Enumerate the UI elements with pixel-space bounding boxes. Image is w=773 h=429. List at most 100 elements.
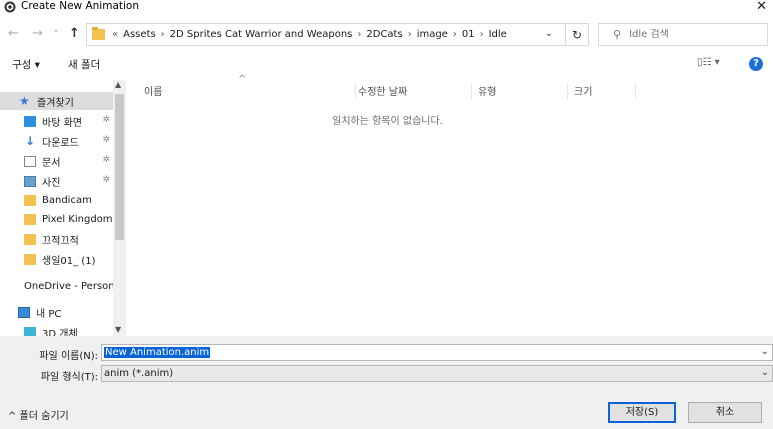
title-bar: Create New Animation ✕ (0, 0, 773, 14)
empty-folder-message: 일치하는 항목이 없습니다. (332, 116, 443, 127)
breadcrumb-item-idle[interactable]: Idle (489, 29, 507, 40)
sidebar-scrollbar[interactable]: ▲ ▼ (113, 80, 126, 336)
column-header-size[interactable]: 크기 (568, 83, 636, 99)
overflow-icon[interactable]: « (112, 29, 118, 40)
sidebar-item-bandicam[interactable]: Bandicam (0, 191, 113, 209)
pin-icon: ✲ (102, 175, 110, 185)
scrollbar-thumb[interactable] (115, 94, 124, 240)
sidebar-item-pictures[interactable]: 사진 ✲ (0, 172, 113, 190)
address-dropdown-icon[interactable]: ⌄ (545, 28, 553, 39)
navigation-bar: ← → ⌄ ↑ « Assets › 2D Sprites Cat Warrio… (0, 21, 773, 49)
pin-icon: ✲ (102, 155, 110, 165)
sidebar-item-desktop[interactable]: 바탕 화면 ✲ (0, 112, 113, 130)
up-icon[interactable]: ↑ (69, 27, 80, 41)
filetype-label: 파일 형식(T): (40, 372, 98, 383)
search-input[interactable] (629, 29, 760, 40)
scroll-down-icon[interactable]: ▼ (115, 325, 121, 334)
save-form: 파일 이름(N): New Animation.anim ⌄ 파일 형식(T):… (0, 336, 773, 429)
scroll-up-icon[interactable]: ▲ (115, 80, 121, 89)
breadcrumb-item-01[interactable]: 01 (462, 29, 475, 40)
breadcrumb-item-assets[interactable]: Assets (123, 29, 156, 40)
recent-locations-icon[interactable]: ⌄ (52, 23, 60, 37)
star-icon: ★ (19, 93, 30, 108)
address-bar[interactable]: « Assets › 2D Sprites Cat Warrior and We… (86, 23, 566, 46)
3d-objects-icon (24, 326, 36, 336)
view-options-button[interactable]: ▯☷ ▾ (697, 57, 720, 68)
sidebar-item-onedrive[interactable]: OneDrive - Personal (0, 277, 124, 295)
sidebar-item-birthday[interactable]: 생일01_ (1) (0, 250, 113, 268)
sidebar-item-label: 3D 개체 (42, 328, 78, 337)
chevron-right-icon[interactable]: › (453, 29, 457, 40)
filetype-select[interactable]: anim (*.anim) ⌄ (101, 365, 773, 382)
picture-icon (24, 175, 36, 187)
forward-icon[interactable]: → (32, 27, 43, 41)
filename-field[interactable]: New Animation.anim ⌄ (101, 344, 773, 361)
folder-icon (24, 194, 36, 206)
close-icon[interactable]: ✕ (756, 0, 767, 14)
sidebar-item-this-pc[interactable]: 내 PC (0, 303, 113, 321)
filename-label: 파일 이름(N): (39, 351, 98, 362)
back-icon[interactable]: ← (8, 27, 19, 41)
breadcrumb-item-image[interactable]: image (417, 29, 448, 40)
pin-icon: ✲ (102, 115, 110, 125)
refresh-icon: ↻ (571, 27, 583, 42)
column-header-type[interactable]: 유형 (472, 83, 568, 99)
save-button[interactable]: 저장(S) (608, 402, 676, 423)
breadcrumb: « Assets › 2D Sprites Cat Warrior and We… (109, 29, 507, 40)
chevron-right-icon[interactable]: › (357, 29, 361, 40)
window-title: Create New Animation (21, 0, 139, 12)
column-headers: ^ 이름 수정한 날짜 유형 크기 (126, 74, 646, 99)
filetype-value: anim (*.anim) (104, 368, 174, 379)
organize-button[interactable]: 구성 ▾ (12, 57, 40, 72)
pc-icon (18, 306, 30, 318)
sidebar-item-label: Pixel Kingdom (42, 213, 113, 225)
sidebar-item-label: 바탕 화면 (42, 117, 82, 129)
sidebar-item-label: OneDrive - Personal (24, 280, 124, 292)
sidebar-item-label: Bandicam (42, 194, 92, 206)
chevron-down-icon[interactable]: ⌄ (761, 346, 769, 357)
folder-icon (24, 213, 36, 225)
sidebar-item-pixel-kingdom[interactable]: Pixel Kingdom (0, 210, 113, 228)
chevron-down-icon[interactable]: ⌄ (761, 367, 769, 378)
filetype-row: 파일 형식(T): anim (*.anim) ⌄ (0, 365, 773, 383)
sidebar-item-3d-objects[interactable]: 3D 개체 (0, 323, 113, 336)
pin-icon: ✲ (102, 135, 110, 145)
desktop-icon (24, 115, 36, 127)
filename-value: New Animation.anim (104, 347, 211, 358)
refresh-button[interactable]: ↻ (566, 23, 589, 46)
chevron-right-icon[interactable]: › (408, 29, 412, 40)
navigation-pane: ★ 즐겨찾기 바탕 화면 ✲ ↓ 다운로드 ✲ 문서 ✲ 사진 ✲ Bandic… (0, 80, 126, 336)
sidebar-item-label: 문서 (42, 157, 61, 169)
download-icon: ↓ (24, 133, 36, 148)
sidebar-item-label: 끄적끄적 (42, 235, 79, 247)
hide-folders-button[interactable]: ^ 폴더 숨기기 (8, 407, 69, 422)
unity-app-icon (4, 1, 16, 13)
sidebar-item-label: 생일01_ (1) (42, 255, 96, 267)
cancel-button[interactable]: 취소 (688, 402, 762, 423)
help-icon[interactable]: ? (749, 57, 763, 71)
folder-icon (24, 253, 36, 265)
search-icon: ⚲ (613, 28, 622, 41)
sidebar-item-downloads[interactable]: ↓ 다운로드 ✲ (0, 132, 113, 150)
sidebar-item-favorites[interactable]: ★ 즐겨찾기 (0, 92, 113, 110)
folder-icon (92, 27, 105, 40)
folder-icon (24, 233, 36, 245)
chevron-right-icon[interactable]: › (161, 29, 165, 40)
command-bar: 구성 ▾ 새 폴더 ▯☷ ▾ ? (0, 55, 773, 75)
chevron-right-icon[interactable]: › (480, 29, 484, 40)
sidebar-item-documents[interactable]: 문서 ✲ (0, 152, 113, 170)
search-box[interactable]: ⚲ (598, 23, 768, 46)
column-header-name[interactable]: 이름 (138, 83, 356, 99)
sidebar-item-scribbles[interactable]: 끄적끄적 (0, 230, 113, 248)
sidebar-item-label: 즐겨찾기 (37, 97, 74, 109)
sidebar-item-label: 다운로드 (42, 137, 79, 149)
new-folder-button[interactable]: 새 폴더 (68, 57, 100, 72)
sidebar-item-label: 내 PC (36, 308, 62, 320)
document-icon (24, 155, 36, 167)
column-header-date-modified[interactable]: 수정한 날짜 (352, 83, 472, 99)
breadcrumb-item-2dcats[interactable]: 2DCats (366, 29, 402, 40)
sidebar-item-label: 사진 (42, 177, 61, 189)
filename-row: 파일 이름(N): New Animation.anim ⌄ (0, 344, 773, 362)
file-list: ^ 이름 수정한 날짜 유형 크기 일치하는 항목이 없습니다. (126, 74, 773, 336)
breadcrumb-item-2d-sprites[interactable]: 2D Sprites Cat Warrior and Weapons (170, 29, 353, 40)
